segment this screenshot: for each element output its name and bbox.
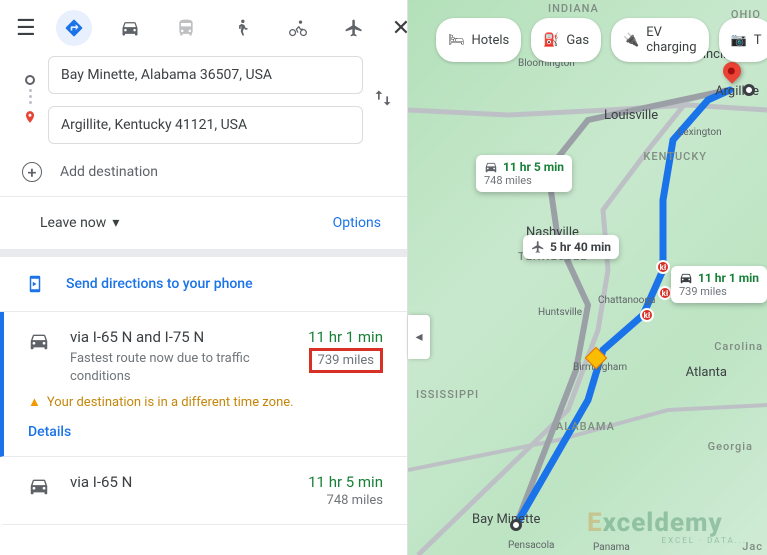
- origin-input[interactable]: Bay Minette, Alabama 36507, USA: [48, 56, 363, 94]
- mode-transit[interactable]: [168, 10, 204, 46]
- route-badge-alt[interactable]: 11 hr 5 min 748 miles: [476, 155, 572, 192]
- state-label: Georgia: [708, 440, 753, 453]
- send-to-phone-label: Send directions to your phone: [66, 276, 253, 292]
- route-title: via I-65 N and I-75 N: [70, 328, 288, 346]
- bed-icon: 🛏: [448, 33, 465, 48]
- send-to-phone-button[interactable]: Send directions to your phone: [0, 257, 407, 312]
- city-label: Atlanta: [686, 365, 727, 380]
- leave-now-label: Leave now: [40, 215, 106, 231]
- car-icon: [484, 160, 498, 174]
- chip-hotels[interactable]: 🛏Hotels: [436, 18, 521, 62]
- state-label: ALABAMA: [556, 420, 615, 433]
- state-label: Carolina: [714, 340, 763, 353]
- close-icon[interactable]: ✕: [392, 16, 408, 41]
- route-distance-highlighted: 739 miles: [309, 348, 383, 373]
- traffic-incident-icon[interactable]: kł: [658, 286, 672, 300]
- plus-circle-icon: +: [22, 162, 42, 182]
- options-link[interactable]: Options: [333, 215, 381, 231]
- route-inputs: Bay Minette, Alabama 36507, USA Argillit…: [0, 56, 407, 148]
- ev-icon: 🔌: [623, 33, 639, 48]
- mode-best[interactable]: [56, 10, 92, 46]
- destination-marker[interactable]: [743, 84, 755, 96]
- city-label: Huntsville: [538, 307, 582, 318]
- state-label: ISSISSIPPI: [416, 388, 479, 401]
- gas-icon: ⛽: [543, 33, 559, 48]
- traffic-incident-icon[interactable]: kł: [640, 308, 654, 322]
- car-icon: [28, 475, 50, 497]
- mode-car[interactable]: [112, 10, 148, 46]
- details-link[interactable]: Details: [28, 424, 383, 440]
- chip-more[interactable]: 📷T: [719, 18, 767, 62]
- route-option-1[interactable]: via I-65 N and I-75 N Fastest route now …: [0, 312, 407, 457]
- origin-marker[interactable]: [510, 519, 522, 531]
- car-icon: [28, 330, 50, 352]
- route-subtitle: Fastest route now due to traffic conditi…: [70, 350, 288, 386]
- route-time: 11 hr 5 min: [308, 473, 383, 491]
- car-icon: [679, 271, 693, 285]
- swap-icon[interactable]: [373, 88, 393, 112]
- state-label: KENTUCKY: [643, 150, 707, 163]
- travel-modes: [56, 10, 372, 46]
- route-option-2[interactable]: via I-65 N 11 hr 5 min 748 miles: [0, 457, 407, 525]
- divider: [0, 249, 407, 257]
- city-label: Lexington: [678, 127, 722, 138]
- route-title: via I-65 N: [70, 473, 288, 491]
- mode-flight[interactable]: [336, 10, 372, 46]
- add-destination-label: Add destination: [60, 164, 158, 180]
- chip-gas[interactable]: ⛽Gas: [531, 18, 601, 62]
- warning-icon: ▲: [28, 394, 41, 410]
- collapse-sidebar-button[interactable]: ◂: [408, 315, 430, 359]
- city-label: Louisville: [604, 108, 658, 123]
- traffic-incident-icon[interactable]: kł: [656, 260, 670, 274]
- route-badge-flight[interactable]: 5 hr 40 min: [523, 235, 619, 259]
- destination-pin-icon: [23, 108, 37, 126]
- mode-bike[interactable]: [280, 10, 316, 46]
- state-label: INDIANA: [548, 2, 599, 15]
- map-canvas[interactable]: INDIANA OHIO KENTUCKY TENNESSEE ISSISSIP…: [408, 0, 767, 555]
- menu-icon[interactable]: ☰: [16, 16, 36, 41]
- route-distance: 748 miles: [308, 493, 383, 508]
- city-label: Bay Minette: [472, 512, 540, 527]
- directions-sidebar: ☰ ✕ Bay Minette, Alabama 36507, USA Argi…: [0, 0, 408, 555]
- origin-dot-icon: [25, 75, 35, 85]
- chevron-down-icon: ▾: [112, 215, 119, 231]
- watermark: Exceldemy EXCEL · DATA...: [587, 508, 747, 545]
- phone-send-icon: [26, 275, 44, 293]
- mode-walk[interactable]: [224, 10, 260, 46]
- departure-time-button[interactable]: Leave now ▾: [40, 215, 119, 231]
- timezone-warning: ▲ Your destination is in a different tim…: [28, 394, 383, 410]
- waypoint-indicator: [20, 75, 40, 126]
- camera-icon: 📷: [731, 33, 747, 48]
- city-label: Chattanooga: [598, 295, 655, 306]
- flight-icon: [531, 240, 545, 254]
- city-label: Pensacola: [508, 540, 554, 551]
- route-badge-main[interactable]: 11 hr 1 min 739 miles: [671, 266, 767, 303]
- chip-ev[interactable]: 🔌EV charging: [611, 18, 708, 62]
- map-search-chips: 🛏Hotels ⛽Gas 🔌EV charging 📷T: [436, 18, 767, 62]
- destination-input[interactable]: Argillite, Kentucky 41121, USA: [48, 106, 363, 144]
- departure-row: Leave now ▾ Options: [0, 197, 407, 249]
- route-time: 11 hr 1 min: [308, 328, 383, 346]
- chevron-left-icon: ◂: [415, 329, 422, 345]
- topbar: ☰ ✕: [0, 0, 407, 56]
- add-destination-button[interactable]: + Add destination: [0, 148, 407, 196]
